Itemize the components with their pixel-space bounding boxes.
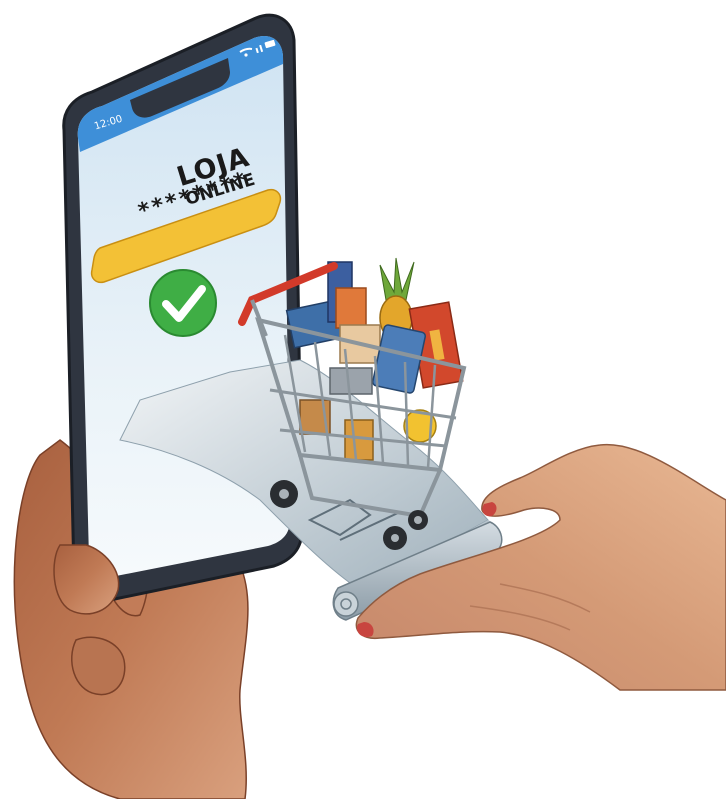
check-icon [149, 269, 217, 337]
smartphone [62, 13, 304, 603]
gray-device [329, 367, 373, 395]
orange-box [335, 287, 367, 329]
